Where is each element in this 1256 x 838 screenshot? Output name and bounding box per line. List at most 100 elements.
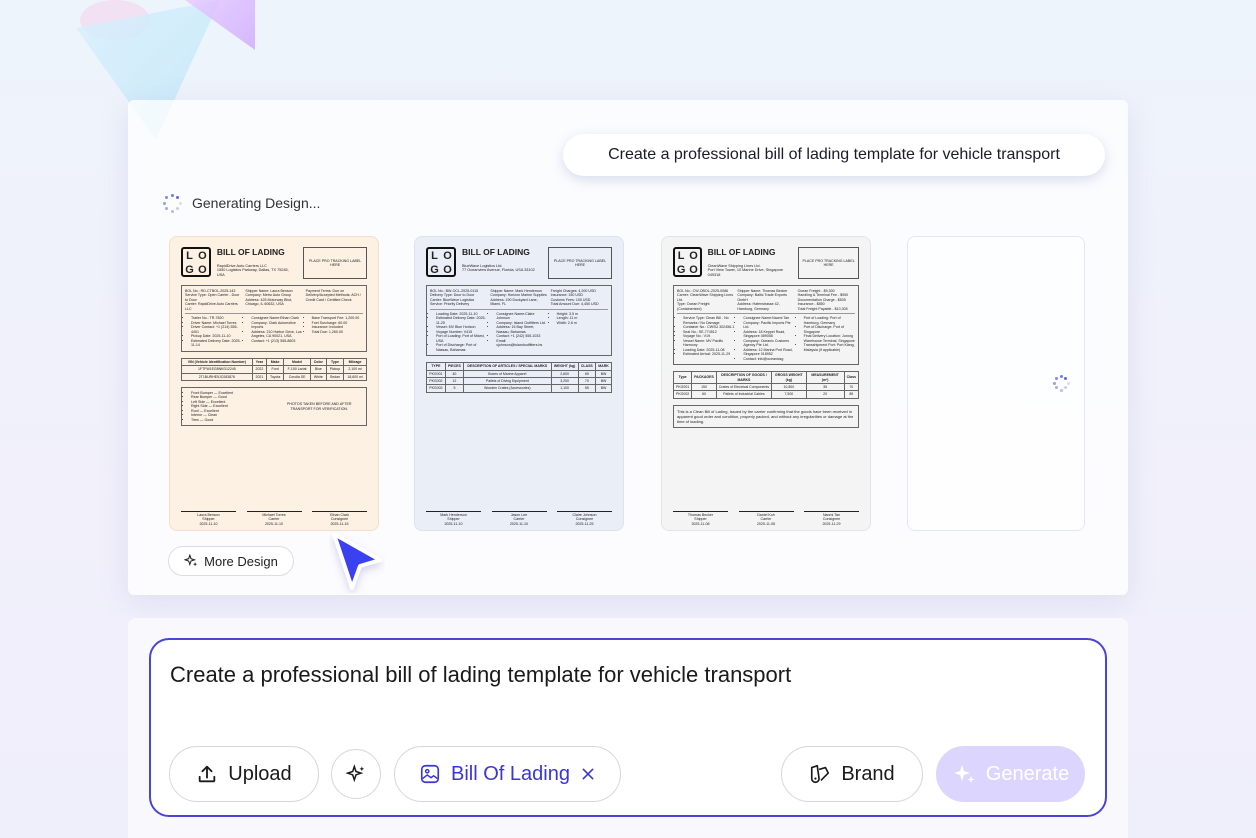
doc-list: Consignee Name:Naomi TanCompany: Pacific…	[737, 316, 794, 361]
condition-list-col: Front Bumper — ExcellentRear Bumper — Go…	[185, 391, 273, 422]
doc-logo: LOGO	[673, 247, 702, 277]
upload-button[interactable]: Upload	[169, 746, 319, 802]
design-card-3[interactable]: L O G O BILL OF LADING CleanWave Shipping Lin…	[661, 236, 871, 531]
more-design-button[interactable]: More Design	[168, 546, 294, 576]
doc-title-block: BILL OF LADING RapidDrive Auto Carriers L…	[217, 247, 297, 278]
signature-block: Thomas Becker Shipper 2025-11-08	[673, 510, 728, 526]
table-row: 2T1BURHE5JC083876 2021 Toyota Corolla SE Whi…	[181, 372, 367, 381]
doc-address: RapidDrive Auto Carriers LLC 1550 Logist…	[216, 263, 289, 278]
doc-list-item: Address: 15 Bay Street, Nassau, Bahamas	[496, 325, 547, 334]
table-cell: 150	[691, 382, 717, 392]
logo-letter: O	[689, 264, 698, 276]
table-cell: White	[309, 372, 327, 381]
doc-info-col: Shipper Name: Thomas Becker Company: Bal…	[737, 289, 788, 311]
doc-list-item: Port of Discharge: Port of Nassau, Baham…	[436, 343, 487, 352]
doc-list-col: Trailer No.: TR-7820Driver Name: Michael…	[185, 316, 242, 347]
logo-letter: L	[186, 250, 193, 262]
signature-block: Claire Johnson Consignee 2025-11-25	[557, 510, 612, 526]
signature-row: Mark Henderson Shipper 2025-11-10 Jason Lee…	[426, 510, 612, 526]
spinner-dot	[176, 207, 180, 211]
doc-list-col: Consignee Name:Naomi TanCompany: Pacific…	[737, 316, 794, 361]
magic-button[interactable]	[331, 749, 381, 799]
doc-list: Service Type: Clean Bill - No Remarks / …	[677, 316, 734, 356]
spinner-icon	[162, 193, 182, 213]
signature-text: 2025-11-10	[264, 521, 284, 526]
table-cell: BW	[595, 377, 612, 386]
doc-address: CleanWave Shipping Lines Ltd. Port View …	[707, 263, 784, 278]
doc-title-block: BILL OF LADING BlueWave Logistics Ltd. 77…	[462, 247, 535, 273]
spinner-dot	[164, 207, 168, 211]
doc-info-col: Shipper Name: Mark Henderson Company: Ho…	[490, 289, 547, 307]
table-cell: PKG002	[426, 377, 446, 386]
signature-block: Jason Lee Carrier 2025-11-10	[491, 510, 547, 526]
signature-block: Daniel Koh Carrier 2025-11-08	[738, 510, 794, 526]
table-row: PKG002 60 Pallets of Industrial Cables 7,50…	[672, 390, 860, 399]
generating-status: Generating Design...	[162, 193, 320, 213]
doc-header: L O G O BILL OF LADING CleanWave Shipping Lin…	[673, 247, 859, 279]
spinner-dot	[1054, 386, 1058, 390]
table-cell: Ford	[266, 365, 285, 374]
table-header: Type	[672, 371, 693, 385]
prompt-input-text[interactable]: Create a professional bill of lading tem…	[170, 662, 791, 688]
close-icon[interactable]	[580, 766, 596, 782]
doc-address: BlueWave Logistics Ltd. 77 Oceanview Ave…	[462, 263, 535, 273]
table-cell: 2022	[251, 365, 268, 374]
doc-logo: LOGO	[181, 247, 211, 277]
doc-list-col: Base Transport Fee: 1,200.00Fuel Surchar…	[306, 316, 363, 347]
doc-info-col: BOL No.: RD-CTBOL-2025-143 Service Type:…	[185, 289, 240, 311]
doc-list-item: Port of Loading: Port of Miami, USA	[436, 334, 487, 343]
brand-button[interactable]: Brand	[781, 746, 923, 802]
divider	[430, 308, 608, 310]
signature-block: Michael Torres Carrier 2025-11-10	[246, 510, 302, 526]
doc-list-item: Total Due: 1,260.00	[312, 330, 363, 334]
template-tag-label: Bill Of Lading	[451, 762, 570, 785]
signature-text: 2025-11-29	[822, 521, 841, 526]
spinner-dot	[1052, 381, 1056, 385]
doc-list-row: Loading Date: 2025-11-10Estimated Delive…	[430, 312, 608, 352]
doc-list-item: Consignee Name:Claire Johnson	[496, 312, 547, 321]
table-cell: Pallets of Diving Equipment	[463, 377, 552, 386]
doc-title: BILL OF LADING	[707, 247, 776, 257]
table-cell: 20	[805, 390, 845, 399]
template-tag[interactable]: Bill Of Lading	[394, 746, 621, 802]
table-cell: 40	[444, 369, 465, 379]
table-cell: 35	[805, 382, 845, 392]
doc-list: Front Bumper — ExcellentRear Bumper — Go…	[185, 391, 273, 422]
doc-list-col: Port of Loading: Port of Hamburg, German…	[798, 316, 855, 361]
table-row: 1FTFW1EG8NKD12245 2022 Ford F-150 Lariat Blu…	[181, 365, 367, 374]
doc-info-col: BOL No.: BW-OCL-2025-0115 Delivery Type:…	[430, 289, 479, 307]
logo-letter: L	[431, 250, 438, 262]
doc-list-col: Consignee Name:Ethan ClarkCompany: Clark…	[245, 316, 302, 347]
table-header: PACKAGES	[691, 371, 717, 385]
design-card-2[interactable]: L O G O BILL OF LADING BlueWave Logistics Ltd…	[414, 236, 624, 531]
spinner-dot	[1059, 374, 1063, 378]
spinner-dot	[176, 195, 180, 199]
tracking-label-box: PLACE PRO TRACKING LABEL HERE	[303, 247, 367, 279]
cursor-pointer-icon	[332, 532, 382, 590]
table-cell: 3,200	[550, 377, 579, 386]
generate-button[interactable]: Generate	[936, 746, 1085, 802]
spinner-dot	[1064, 386, 1068, 390]
doc-table: Type PACKAGES DESCRIPTION OF GOODS / MARKS…	[672, 371, 860, 399]
spinner-dot	[170, 209, 174, 213]
table-header: MEASUREMENT (m³)	[805, 371, 845, 385]
spinner-dot	[170, 193, 174, 197]
doc-header: L O G O BILL OF LADING BlueWave Logistics Ltd…	[426, 247, 612, 279]
table-cell: 85	[843, 390, 860, 399]
table-cell: 70	[577, 377, 597, 386]
table-cell: Wooden Crates (Accessories)	[463, 384, 552, 393]
signature-text: 2025-11-25	[575, 521, 594, 526]
doc-list-item: Contact: info@oceanicsg	[743, 357, 794, 361]
table-cell: 2021	[251, 372, 268, 381]
condition-row: Front Bumper — ExcellentRear Bumper — Go…	[185, 391, 363, 422]
table-header: CLASS	[577, 362, 597, 371]
table-cell: 60	[691, 390, 717, 399]
doc-list: Port of Loading: Port of Hamburg, German…	[798, 316, 855, 352]
table-cell: 2,100 mi	[343, 365, 367, 374]
doc-list-item: Final Delivery Location: Jurong Warehous…	[804, 334, 855, 343]
design-card-1[interactable]: L O G O BILL OF LADING RapidDrive Auto Carrie…	[169, 236, 379, 531]
doc-logo: LOGO	[426, 247, 456, 277]
logo-letter: G	[430, 264, 439, 276]
doc-list-item: Service Type: Clean Bill - No Remarks / …	[683, 316, 734, 325]
condition-box: Front Bumper — ExcellentRear Bumper — Go…	[181, 386, 367, 427]
